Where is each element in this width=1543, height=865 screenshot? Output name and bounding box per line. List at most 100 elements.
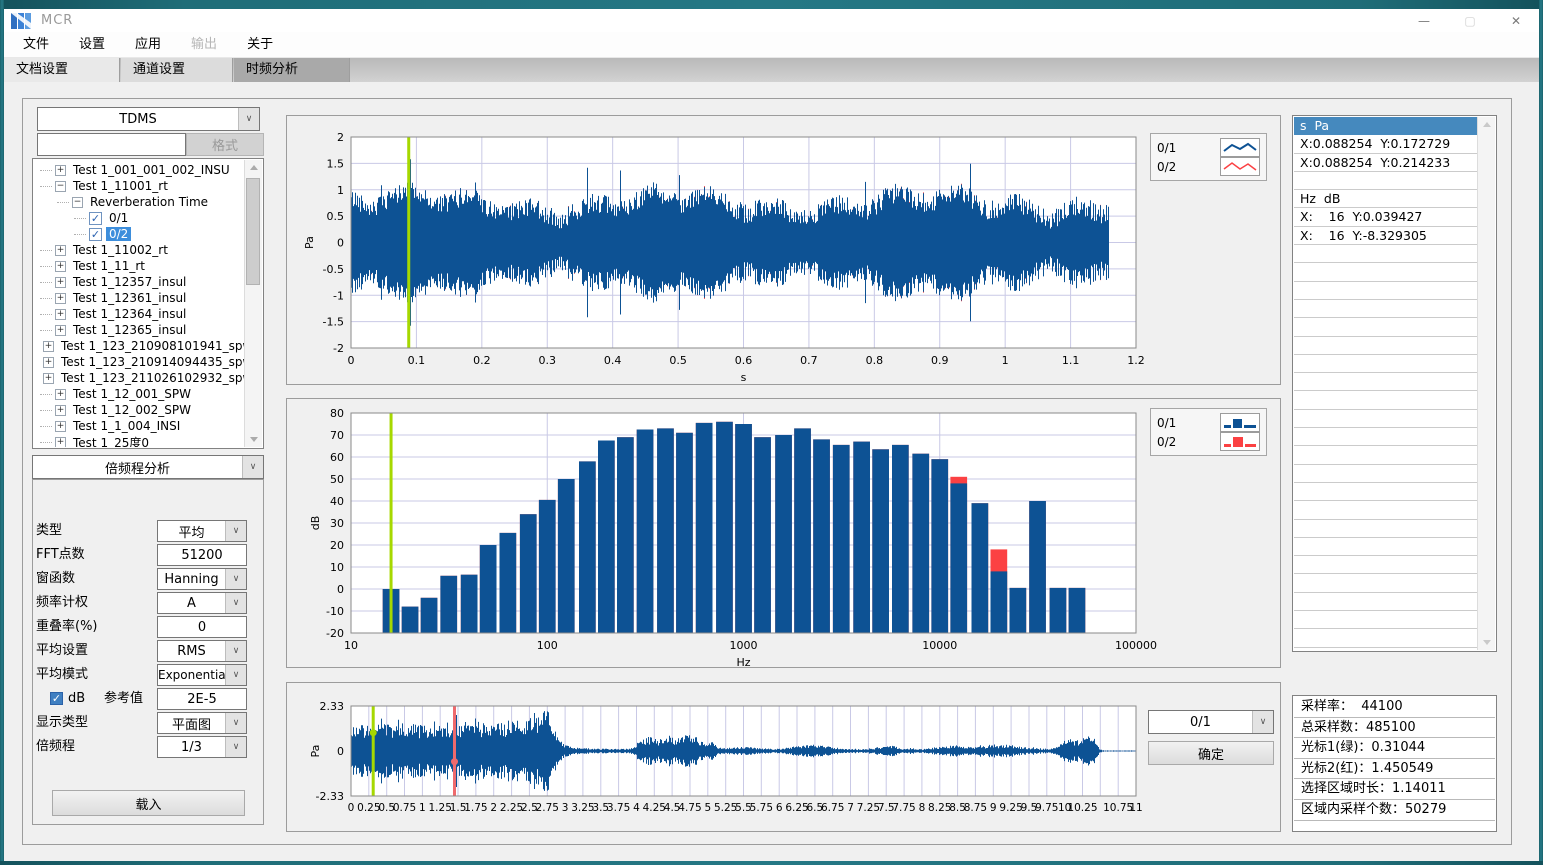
menu-item[interactable]: 应用: [120, 32, 176, 57]
collapse-icon[interactable]: −: [55, 181, 66, 192]
bar-series-icon-blue: [1220, 413, 1260, 432]
octave-select[interactable]: 1/3∨: [157, 736, 247, 758]
expand-icon[interactable]: +: [55, 325, 66, 336]
window-function-select[interactable]: Hanning∨: [157, 568, 247, 590]
menu-item[interactable]: 文件: [8, 32, 64, 57]
tree-scrollbar[interactable]: [244, 160, 262, 447]
tree-item[interactable]: ✓0/2: [34, 226, 245, 242]
tree-item[interactable]: +Test 1_25度0: [34, 434, 245, 447]
tree-connector: [40, 249, 52, 251]
readout-row[interactable]: X:0.088254 Y:0.214233: [1294, 154, 1478, 172]
tree-item[interactable]: +Test 1_12_002_SPW: [34, 402, 245, 418]
readout-row[interactable]: X:0.088254 Y:0.172729: [1294, 135, 1478, 153]
overlap-input[interactable]: 0: [157, 616, 247, 638]
svg-text:100: 100: [537, 639, 558, 652]
tree-item-label: Test 1_12_001_SPW: [70, 387, 194, 401]
readout-row[interactable]: X: 16 Y:0.039427: [1294, 208, 1478, 226]
tree-item[interactable]: +Test 1_11002_rt: [34, 242, 245, 258]
tab-channel-settings[interactable]: 通道设置: [121, 58, 233, 82]
scroll-up-icon[interactable]: [245, 160, 262, 175]
file-format-select[interactable]: TDMS ∨: [37, 107, 260, 131]
readout-row: [1294, 538, 1478, 556]
readout-row: [1294, 391, 1478, 409]
expand-icon[interactable]: +: [55, 261, 66, 272]
readout-row[interactable]: [1294, 172, 1478, 190]
maximize-button[interactable]: ▢: [1447, 9, 1493, 32]
tree-item[interactable]: −Reverberation Time: [34, 194, 245, 210]
fft-points-input[interactable]: 51200: [157, 544, 247, 566]
tree-item-label: Test 1_12361_insul: [70, 291, 189, 305]
readout-row[interactable]: s Pa: [1294, 117, 1478, 135]
tree-item[interactable]: +Test 1_123_210908101941_spw: [34, 338, 245, 354]
expand-icon[interactable]: +: [55, 405, 66, 416]
collapse-icon[interactable]: −: [72, 197, 83, 208]
menu-item[interactable]: 设置: [64, 32, 120, 57]
window-border-right: [1539, 0, 1543, 865]
tree-item-label: Test 1_001_001_002_INSU: [70, 163, 233, 177]
display-type-select[interactable]: 平面图∨: [157, 712, 247, 734]
svg-text:0.7: 0.7: [800, 354, 818, 367]
tab-document-settings[interactable]: 文档设置: [4, 58, 120, 82]
expand-icon[interactable]: +: [55, 437, 66, 448]
frequency-weighting-select[interactable]: A∨: [157, 592, 247, 614]
time-waveform-chart[interactable]: 21.510.50-0.5-1-1.5-200.10.20.30.40.50.6…: [286, 115, 1281, 385]
channel-checkbox[interactable]: ✓: [89, 212, 102, 225]
tree-item[interactable]: + Test 1_001_001_002_INSU: [34, 162, 245, 178]
average-mode-select[interactable]: Exponential∨: [157, 664, 247, 686]
tab-time-frequency-analysis[interactable]: 时频分析: [234, 58, 350, 82]
readout-row: [1294, 483, 1478, 501]
tree-item[interactable]: +Test 1_12365_insul: [34, 322, 245, 338]
expand-icon[interactable]: +: [55, 165, 66, 176]
scroll-down-icon[interactable]: [1478, 635, 1495, 650]
channel-select[interactable]: 0/1 ∨: [1148, 710, 1274, 734]
readout-row: [1294, 300, 1478, 318]
svg-text:1.5: 1.5: [327, 157, 345, 170]
svg-text:1000: 1000: [730, 639, 758, 652]
db-checkbox[interactable]: ✓: [50, 692, 63, 705]
expand-icon[interactable]: +: [55, 421, 66, 432]
tree-item[interactable]: −Test 1_11001_rt: [34, 178, 245, 194]
menu-item[interactable]: 输出: [176, 32, 232, 57]
svg-text:0: 0: [337, 745, 344, 758]
octave-spectrum-chart[interactable]: 80706050403020100-10-2010100100010000100…: [286, 398, 1281, 668]
menu-item[interactable]: 关于: [232, 32, 288, 57]
tree-item[interactable]: +Test 1_12357_insul: [34, 274, 245, 290]
expand-icon[interactable]: +: [55, 293, 66, 304]
analysis-type-select[interactable]: 倍频程分析 ∨: [32, 455, 264, 479]
readout-row[interactable]: X: 16 Y:-8.329305: [1294, 227, 1478, 245]
scroll-up-icon[interactable]: [1478, 117, 1495, 132]
confirm-button[interactable]: 确定: [1148, 741, 1274, 765]
format-button[interactable]: 格式: [186, 133, 264, 156]
expand-icon[interactable]: +: [55, 277, 66, 288]
tree-item[interactable]: +Test 1_123_210914094435_spw: [34, 354, 245, 370]
tree-item-label: Test 1_11001_rt: [70, 179, 171, 193]
readout-scrollbar[interactable]: [1477, 117, 1495, 650]
scroll-down-icon[interactable]: [245, 432, 262, 447]
minimize-button[interactable]: —: [1401, 9, 1447, 32]
close-button[interactable]: ✕: [1493, 9, 1539, 32]
expand-icon[interactable]: +: [55, 245, 66, 256]
window-border-top: [0, 0, 1543, 9]
tree-item[interactable]: + Test 1_12361_insul: [34, 290, 245, 306]
full-record-chart[interactable]: 2.330-2.3300.250.50.7511.251.51.7522.252…: [286, 682, 1281, 832]
expand-icon[interactable]: +: [43, 373, 54, 384]
svg-text:0.6: 0.6: [735, 354, 753, 367]
readout-row[interactable]: Hz dB: [1294, 190, 1478, 208]
filter-input[interactable]: [37, 133, 186, 156]
tree-item[interactable]: ✓0/1: [34, 210, 245, 226]
type-select[interactable]: 平均∨: [157, 520, 247, 542]
load-button[interactable]: 载入: [52, 790, 245, 816]
tree-item[interactable]: +Test 1_12364_insul: [34, 306, 245, 322]
reference-input[interactable]: 2E-5: [157, 688, 247, 710]
expand-icon[interactable]: +: [43, 357, 54, 368]
average-setting-select[interactable]: RMS∨: [157, 640, 247, 662]
tree-item[interactable]: +Test 1_1_004_INSI: [34, 418, 245, 434]
tree-item[interactable]: + Test 1_12_001_SPW: [34, 386, 245, 402]
expand-icon[interactable]: +: [43, 341, 54, 352]
tree-item[interactable]: +Test 1_123_211026102932_spw: [34, 370, 245, 386]
expand-icon[interactable]: +: [55, 309, 66, 320]
channel-checkbox[interactable]: ✓: [89, 228, 102, 241]
expand-icon[interactable]: +: [55, 389, 66, 400]
tree-item[interactable]: +Test 1_11_rt: [34, 258, 245, 274]
tree-scrollbar-thumb[interactable]: [246, 178, 260, 285]
